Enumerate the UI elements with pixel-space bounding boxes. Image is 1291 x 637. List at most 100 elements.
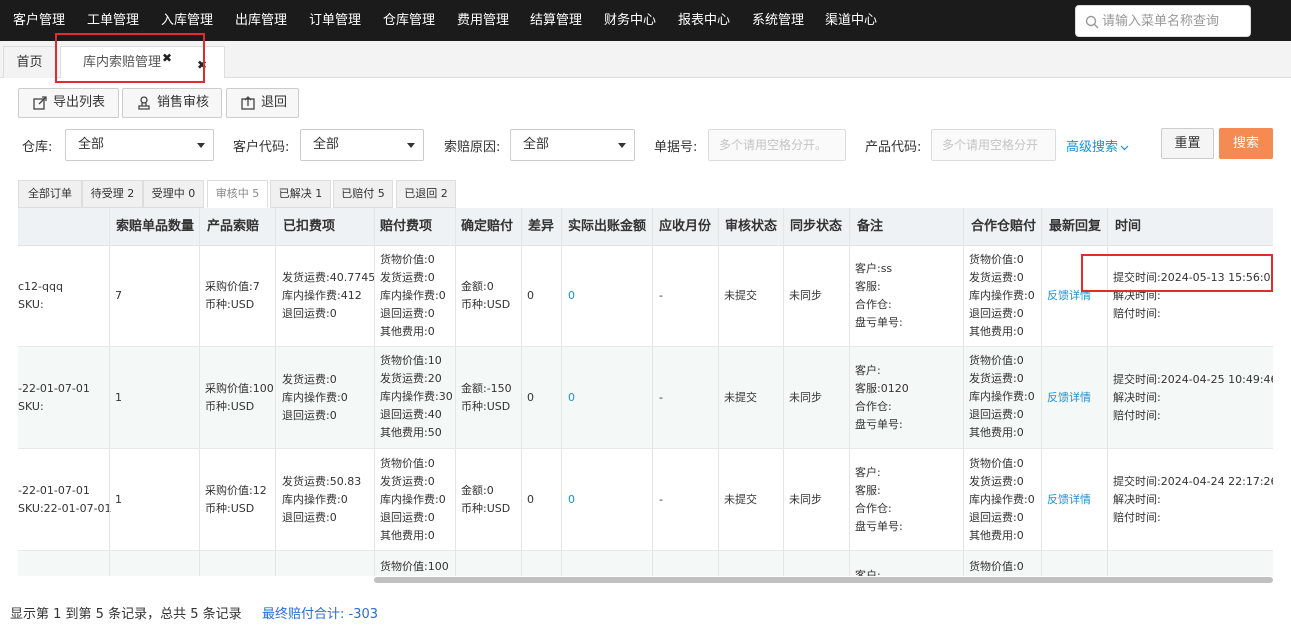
remark-line: 盘亏单号:	[855, 418, 903, 431]
document-number-input[interactable]	[708, 129, 846, 161]
deducted-line: 退回运费:0	[282, 409, 337, 422]
deducted-line: 库内操作费:412	[282, 289, 362, 302]
close-tab-icon[interactable]: ✖	[197, 49, 207, 81]
remark-line: 合作仓:	[855, 502, 892, 515]
partner-line: 货物价值:0	[969, 354, 1024, 367]
claim-reason-select[interactable]: 全部	[510, 129, 635, 161]
header-latest-reply: 最新回复	[1049, 219, 1102, 234]
partner-line: 退回运费:0	[969, 408, 1024, 421]
warehouse-select[interactable]: 全部	[65, 129, 214, 161]
table-row[interactable]: c12-qqq SKU: 7 采购价值:7 币种:USD 发货运费:40.7745 库…	[18, 246, 1273, 347]
advanced-search-link[interactable]: 高级搜索	[1066, 136, 1129, 155]
cell-diff: 0	[527, 493, 534, 506]
pagination-info: 显示第 1 到第 5 条记录，总共 5 条记录	[10, 607, 242, 622]
cell-audit-status: 未提交	[724, 493, 757, 506]
chevron-down-icon	[407, 143, 415, 148]
cell-product: 采购价值:7 币种:USD	[205, 278, 260, 314]
confirmed-amount: 金额:0	[461, 280, 494, 293]
feedback-detail-link[interactable]: 反馈详情	[1047, 287, 1091, 305]
pay-time: 赔付时间:	[1113, 409, 1161, 422]
return-label: 退回	[261, 95, 288, 110]
confirmed-amount: 金额:-150	[461, 382, 512, 395]
cell-remark: 客户:ss 客服: 合作仓: 盘亏单号:	[855, 260, 903, 332]
column-divider	[718, 208, 719, 578]
product-value: 采购价值:12	[205, 484, 267, 497]
cell-confirmed: 金额:0 币种:USD	[461, 482, 510, 518]
menu-finance[interactable]: 财务中心	[604, 0, 656, 41]
cell-partner-pay: 货物价值:0 发货运费:0 库内操作费:0 退回运费:0 其他费用:0	[969, 455, 1035, 545]
customer-code-select[interactable]: 全部	[300, 129, 424, 161]
pay-time: 赔付时间:	[1113, 511, 1161, 524]
top-navigation-bar: 客户管理 工单管理 入库管理 出库管理 订单管理 仓库管理 费用管理 结算管理 …	[0, 0, 1291, 41]
status-tab-processing[interactable]: 受理中 0	[143, 180, 204, 208]
table-row[interactable]: -22-01-07-01 SKU: 1 采购价值:100 币种:USD 发货运费:0…	[18, 347, 1273, 449]
column-divider	[1107, 208, 1108, 578]
pay-time: 赔付时间:	[1113, 307, 1161, 320]
horizontal-scrollbar[interactable]	[18, 576, 1273, 584]
deducted-line: 库内操作费:0	[282, 391, 348, 404]
cell-audit-status: 未提交	[724, 289, 757, 302]
close-icon[interactable]: ✖	[162, 42, 172, 74]
tab-claim-management[interactable]: 库内索赔管理 ✖ ✖	[60, 46, 225, 78]
tab-home[interactable]: 首页	[3, 46, 56, 78]
status-tab-returned[interactable]: 已退回 2	[396, 180, 456, 208]
partner-line: 库内操作费:0	[969, 493, 1035, 506]
column-divider	[275, 208, 276, 578]
menu-settlement[interactable]: 结算管理	[530, 0, 582, 41]
status-tab-all[interactable]: 全部订单	[18, 180, 82, 208]
export-list-button[interactable]: 导出列表	[18, 88, 119, 118]
cell-pay-items: 货物价值:0 发货运费:0 库内操作费:0 退回运费:0 其他费用:0	[380, 455, 446, 545]
header-confirmed: 确定赔付	[461, 219, 514, 234]
total-compensation: 最终赔付合计: -303	[262, 607, 379, 622]
menu-search-input[interactable]	[1102, 12, 1247, 30]
product-code-input[interactable]	[931, 129, 1056, 161]
search-button[interactable]: 搜索	[1219, 128, 1273, 159]
sales-audit-button[interactable]: 销售审核	[122, 88, 222, 118]
sales-audit-label: 销售审核	[157, 95, 210, 110]
status-tab-paid[interactable]: 已赔付 5	[333, 180, 393, 208]
cell-deducted: 发货运费:40.7745 库内操作费:412 退回运费:0	[282, 269, 375, 323]
cell-deducted: 发货运费:50.83 库内操作费:0 退回运费:0	[282, 473, 361, 527]
cell-qty: 1	[115, 493, 122, 506]
claim-reason-label: 索赔原因:	[444, 140, 501, 155]
header-time: 时间	[1115, 219, 1142, 234]
cell-time: 提交时间:2024-04-24 22:17:26 解决时间: 赔付时间:	[1113, 473, 1273, 527]
menu-customer[interactable]: 客户管理	[13, 0, 65, 41]
partner-line: 退回运费:0	[969, 307, 1024, 320]
payitem-line: 其他费用:50	[380, 426, 442, 439]
customer-code-select-value: 全部	[313, 137, 340, 152]
menu-channel[interactable]: 渠道中心	[825, 0, 877, 41]
status-tab-reviewing[interactable]: 审核中 5	[207, 180, 268, 208]
column-divider	[199, 208, 200, 578]
cell-time: 提交时间:2024-05-13 15:56:04 解决时间: 赔付时间:	[1113, 269, 1273, 323]
table-row[interactable]: -22-01-07-01 SKU:22-01-07-01 1 采购价值:12 币种:…	[18, 449, 1273, 551]
payitem-line: 货物价值:0	[380, 253, 435, 266]
menu-system[interactable]: 系统管理	[752, 0, 804, 41]
cell-actual-link[interactable]: 0	[568, 389, 575, 407]
return-button[interactable]: 退回	[226, 88, 299, 118]
status-tab-pending[interactable]: 待受理 2	[82, 180, 143, 208]
deducted-line: 发货运费:50.83	[282, 475, 362, 488]
menu-inbound[interactable]: 入库管理	[161, 0, 213, 41]
menu-warehouse[interactable]: 仓库管理	[383, 0, 435, 41]
menu-fees[interactable]: 费用管理	[457, 0, 509, 41]
menu-workorder[interactable]: 工单管理	[87, 0, 139, 41]
scrollbar-thumb[interactable]	[374, 577, 1273, 583]
feedback-detail-link[interactable]: 反馈详情	[1047, 491, 1091, 509]
menu-reports[interactable]: 报表中心	[678, 0, 730, 41]
upload-icon	[241, 96, 255, 110]
feedback-detail-link[interactable]: 反馈详情	[1047, 389, 1091, 407]
partner-line: 退回运费:0	[969, 511, 1024, 524]
remark-line: 客户:ss	[855, 262, 893, 275]
cell-actual-link[interactable]: 0	[568, 491, 575, 509]
status-tab-resolved[interactable]: 已解决 1	[270, 180, 331, 208]
column-divider	[561, 208, 562, 578]
table-row[interactable]: 货物价值:100 客户: 货物价值:0	[18, 551, 1273, 578]
cell-actual-link[interactable]: 0	[568, 287, 575, 305]
menu-order[interactable]: 订单管理	[309, 0, 361, 41]
menu-outbound[interactable]: 出库管理	[235, 0, 287, 41]
reset-button[interactable]: 重置	[1161, 128, 1214, 159]
column-divider	[1041, 208, 1042, 578]
search-icon	[1085, 15, 1099, 29]
menu-search-box[interactable]	[1075, 5, 1251, 37]
